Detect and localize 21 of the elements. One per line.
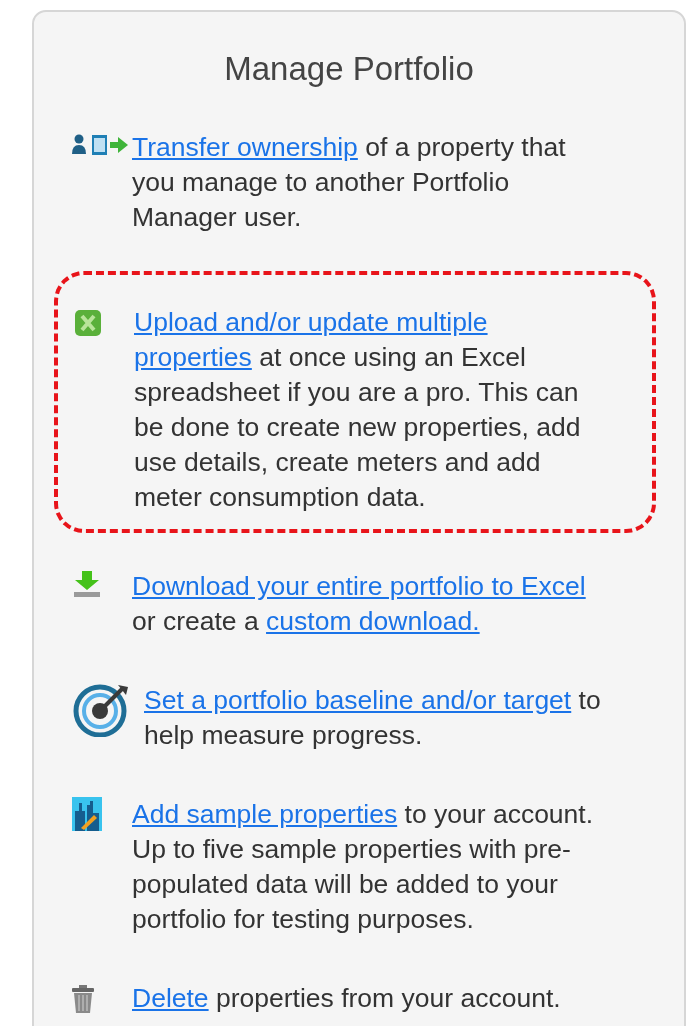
spreadsheet-icon [74, 308, 102, 337]
item-description: Transfer ownership of a property that you manage to another Portfolio Manager user. [132, 130, 567, 234]
item-description: Delete properties from your account. [132, 981, 562, 1015]
target-icon [72, 682, 130, 737]
link[interactable]: Download your entire portfolio to Excel [132, 570, 586, 601]
item-description: Upload and/or update multiple properties at once using an Excel spreadsheet if you are a pro. This can be done to create new properties, add use details, create meters and add meter consumption data. [134, 305, 582, 514]
item-description: Download your entire portfolio to Excel or create a custom download. [132, 569, 587, 638]
link[interactable]: custom download. [266, 605, 480, 636]
panel-title: Manage Portfolio [223, 49, 475, 89]
trash-icon [72, 984, 94, 1013]
link[interactable]: Delete [132, 982, 209, 1013]
link[interactable]: Set a portfolio baseline and/or target [144, 684, 572, 715]
item-description: Add sample properties to your account. Up to five sample properties with pre-populated data will be added to your portfolio for testing purposes. [132, 797, 595, 936]
person-building-arrow-icon [72, 133, 130, 156]
item-description: Set a portfolio baseline and/or target to help measure progress. [144, 683, 602, 752]
download-icon [72, 570, 102, 597]
buildings-icon [72, 796, 102, 831]
link[interactable]: properties [134, 341, 252, 372]
link[interactable]: Add sample properties [132, 798, 398, 829]
link[interactable]: Transfer ownership [132, 131, 358, 162]
link[interactable]: Upload and/or update multiple [134, 306, 488, 337]
